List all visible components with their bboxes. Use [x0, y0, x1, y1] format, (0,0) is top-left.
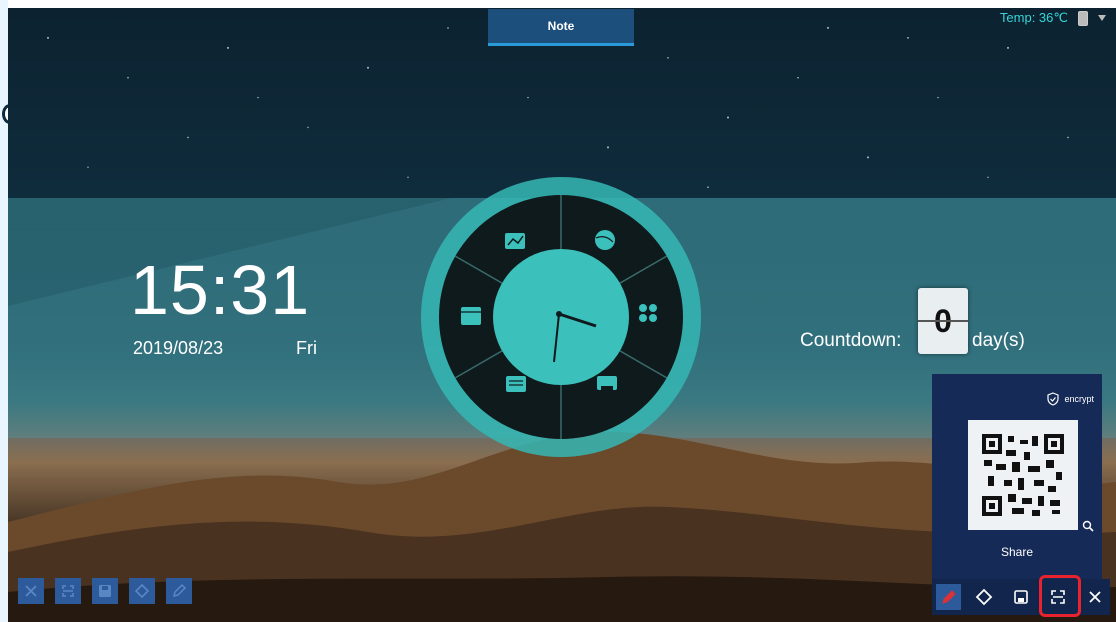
close-button[interactable] — [1081, 582, 1110, 612]
globe-icon[interactable] — [595, 230, 615, 250]
save-button[interactable] — [92, 578, 118, 604]
save-icon — [99, 585, 111, 597]
pen-icon — [172, 583, 187, 598]
toolbar-right — [932, 579, 1110, 615]
status-bar: Temp: 36℃ — [1000, 10, 1106, 26]
save-button[interactable] — [1006, 582, 1035, 612]
usb-icon — [1078, 10, 1088, 26]
countdown-label: Countdown: — [800, 330, 902, 351]
note-tab[interactable]: Note — [488, 9, 634, 46]
qr-code-image — [982, 434, 1064, 516]
printer-icon[interactable] — [597, 376, 617, 392]
clock-weekday: Fri — [296, 338, 317, 358]
left-edge — [0, 0, 8, 622]
save-icon — [1014, 590, 1028, 604]
clock-time: 15:31 — [130, 251, 311, 329]
frame: Note Temp: 36℃ 15:31 2019/08/23 Fri Coun… — [0, 0, 1116, 622]
shield-icon — [1047, 392, 1060, 406]
calendar-icon[interactable] — [461, 307, 481, 325]
share-panel: encrypt Share — [932, 374, 1102, 579]
top-border — [0, 0, 1116, 8]
pen-icon — [941, 590, 956, 604]
wifi-icon — [1098, 15, 1106, 21]
screenshot-icon — [62, 585, 74, 597]
document-icon[interactable] — [506, 376, 526, 392]
screenshot-button[interactable] — [55, 578, 81, 604]
pen-button[interactable] — [936, 584, 962, 610]
eraser-icon — [975, 588, 993, 606]
close-button[interactable] — [18, 578, 44, 604]
temperature-text: Temp: 36℃ — [999, 10, 1068, 25]
eraser-button[interactable] — [129, 578, 155, 604]
close-icon — [1089, 591, 1102, 603]
encrypt-label: encrypt — [1064, 394, 1094, 404]
highlight-box — [1039, 575, 1081, 617]
clock-date: 2019/08/23 — [133, 338, 224, 358]
countdown-unit: day(s) — [972, 330, 1025, 351]
share-label: Share — [1000, 545, 1034, 559]
chart-icon[interactable] — [505, 233, 525, 249]
app-wheel — [421, 177, 701, 457]
qr-code — [968, 420, 1078, 530]
encrypt-toggle[interactable]: encrypt — [1046, 392, 1094, 406]
zoom-icon[interactable] — [1082, 520, 1094, 532]
close-icon — [25, 585, 37, 597]
eraser-button[interactable] — [969, 582, 998, 612]
countdown-value[interactable]: 0 — [918, 288, 968, 354]
pen-button[interactable] — [166, 578, 192, 604]
toolbar-left — [18, 578, 192, 604]
eraser-icon — [134, 583, 150, 599]
